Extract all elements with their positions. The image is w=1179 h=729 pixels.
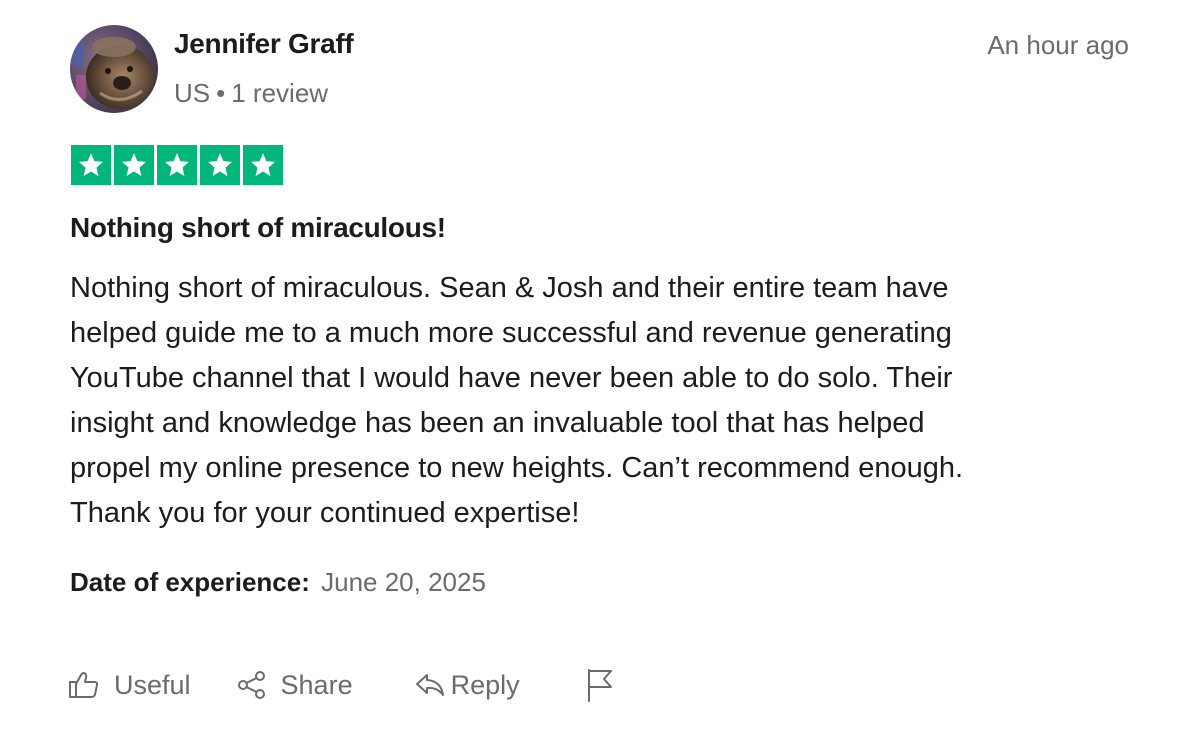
reviewer-name[interactable]: Jennifer Graff — [174, 28, 354, 60]
review-title: Nothing short of miraculous! — [70, 212, 446, 243]
star-icon — [200, 145, 240, 185]
star-icon — [243, 145, 283, 185]
share-label: Share — [280, 669, 353, 700]
review-body-line: insight and knowledge has been an invalu… — [70, 407, 925, 439]
thumbs-up-icon — [68, 670, 100, 700]
review-body: Nothing short of miraculous. Sean & Josh… — [70, 266, 1130, 536]
experience-date: June 20, 2025 — [321, 567, 486, 597]
star-rating — [71, 145, 283, 185]
reply-button[interactable]: Reply — [415, 670, 520, 701]
reply-label: Reply — [450, 669, 520, 700]
review-body-line: YouTube channel that I would have never … — [70, 362, 953, 394]
star-icon — [71, 145, 111, 185]
share-button[interactable]: Share — [237, 670, 353, 701]
review-timestamp: An hour ago — [987, 30, 1129, 60]
avatar — [70, 25, 158, 113]
reviewer-country: US — [174, 78, 211, 108]
review-actions: Useful Share Reply — [68, 662, 614, 708]
reviewer-meta: US • 1 review — [174, 78, 328, 109]
flag-icon — [586, 668, 614, 702]
useful-button[interactable]: Useful — [68, 670, 191, 701]
reviewer-review-count: 1 review — [231, 78, 329, 108]
star-icon — [114, 145, 154, 185]
date-of-experience: Date of experience: June 20, 2025 — [70, 567, 486, 598]
star-icon — [157, 145, 197, 185]
review-body-line: Thank you for your continued expertise! — [70, 497, 580, 529]
share-icon — [237, 670, 267, 700]
review-body-line: Nothing short of miraculous. Sean & Josh… — [70, 272, 949, 304]
reply-icon — [415, 672, 445, 698]
experience-label: Date of experience: — [70, 567, 310, 597]
report-button[interactable] — [586, 668, 614, 702]
review-body-line: propel my online presence to new heights… — [70, 452, 964, 484]
review-body-line: helped guide me to a much more successfu… — [70, 317, 952, 349]
useful-label: Useful — [114, 669, 191, 700]
meta-separator: • — [216, 78, 226, 108]
